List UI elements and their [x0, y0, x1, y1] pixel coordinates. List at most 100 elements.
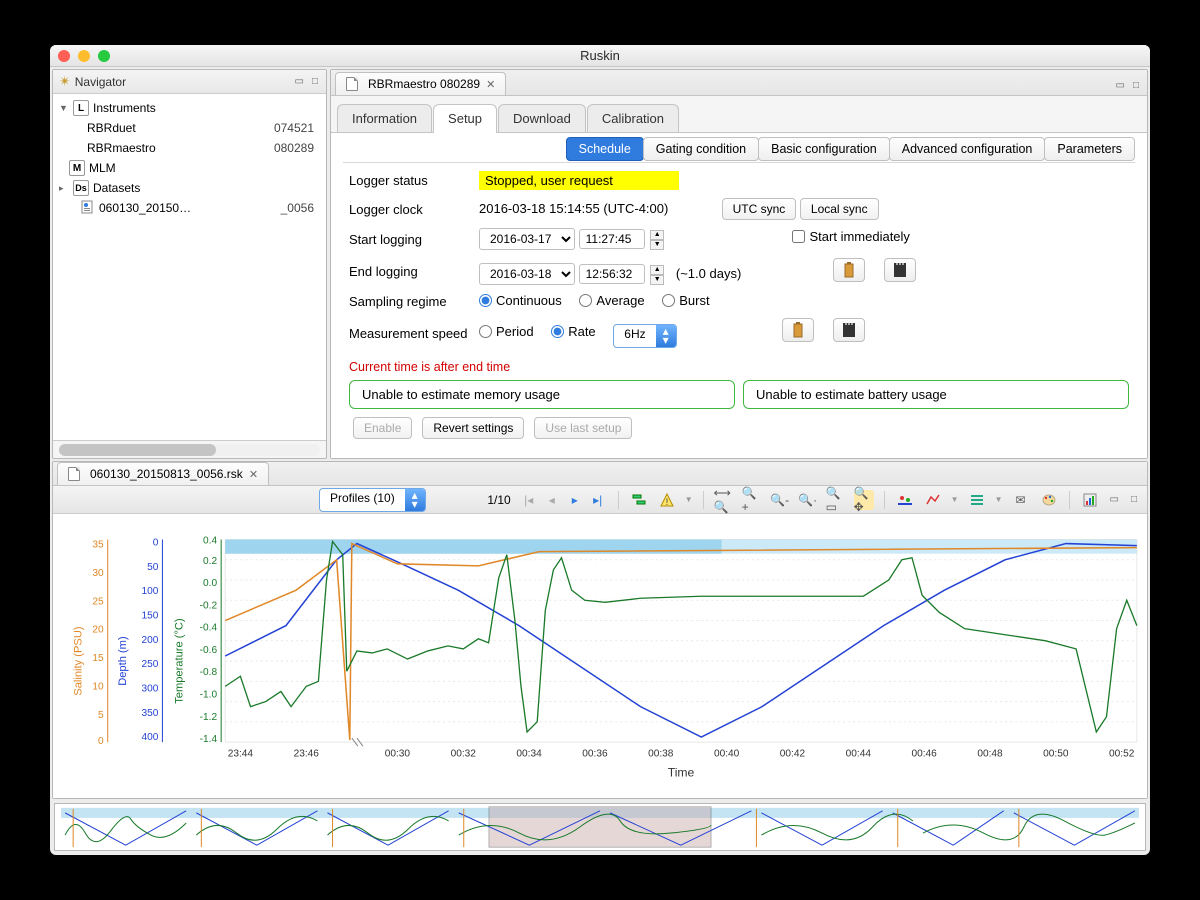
- end-date-select[interactable]: 2016-03-18: [479, 263, 575, 285]
- tab-setup[interactable]: Setup: [433, 104, 497, 132]
- zoom-fit-icon[interactable]: 🔍·: [798, 490, 818, 510]
- start-immediately-checkbox[interactable]: Start immediately: [792, 229, 910, 244]
- close-icon[interactable]: [58, 50, 70, 62]
- svg-text:400: 400: [141, 732, 158, 743]
- tree-rbrmaestro[interactable]: RBRmaestro 080289: [53, 138, 326, 158]
- dropdown-icon[interactable]: ▼: [685, 495, 693, 504]
- regime-burst-radio[interactable]: Burst: [662, 293, 709, 308]
- tab-information[interactable]: Information: [337, 104, 432, 132]
- minimize-icon[interactable]: [78, 50, 90, 62]
- start-date-select[interactable]: 2016-03-17: [479, 228, 575, 250]
- regime-continuous-radio[interactable]: Continuous: [479, 293, 562, 308]
- dropdown-icon[interactable]: ▼: [995, 495, 1003, 504]
- end-time-stepper[interactable]: ▲▼: [650, 265, 664, 285]
- logger-status-label: Logger status: [349, 173, 479, 188]
- regime-average-radio[interactable]: Average: [579, 293, 644, 308]
- chart-settings-icon[interactable]: [895, 490, 915, 510]
- palette-icon[interactable]: [1039, 490, 1059, 510]
- svg-text:-0.6: -0.6: [200, 645, 218, 656]
- battery-icon-button[interactable]: [833, 258, 865, 282]
- tab-download[interactable]: Download: [498, 104, 586, 132]
- battery-usage-box: Unable to estimate battery usage: [743, 380, 1129, 409]
- subtab-gating[interactable]: Gating condition: [643, 137, 759, 161]
- chevron-right-icon[interactable]: ▸: [59, 183, 69, 194]
- end-time-input[interactable]: [579, 264, 645, 284]
- tree-mlm[interactable]: M MLM: [53, 158, 326, 178]
- navigator-scrollbar[interactable]: [53, 440, 326, 458]
- maximize-panel-icon[interactable]: □: [310, 76, 320, 87]
- plot-tab[interactable]: 060130_20150813_0056.rsk ✕: [57, 462, 269, 485]
- close-icon[interactable]: ✕: [249, 468, 258, 481]
- next-icon[interactable]: ▸: [565, 490, 585, 510]
- maximize-plot-icon[interactable]: □: [1129, 494, 1139, 505]
- zoom-out-icon[interactable]: 🔍-: [770, 490, 790, 510]
- last-icon[interactable]: ▸|: [588, 490, 608, 510]
- svg-text:00:32: 00:32: [451, 748, 477, 759]
- subtab-basic[interactable]: Basic configuration: [758, 137, 890, 161]
- local-sync-button[interactable]: Local sync: [800, 198, 879, 220]
- datasets-icon: Ds: [73, 180, 89, 196]
- gantt-icon[interactable]: [629, 490, 649, 510]
- tree-instruments[interactable]: ▼ L Instruments: [53, 98, 326, 118]
- revert-settings-button[interactable]: Revert settings: [422, 417, 524, 439]
- svg-text:0.2: 0.2: [203, 556, 217, 567]
- document-icon: [346, 77, 358, 91]
- first-icon[interactable]: |◂: [519, 490, 539, 510]
- zoom-drag-icon[interactable]: 🔍✥: [854, 490, 874, 510]
- rate-select[interactable]: 6Hz▴▾: [613, 324, 676, 348]
- speed-rate-radio[interactable]: Rate: [551, 324, 595, 339]
- maximize-icon[interactable]: [98, 50, 110, 62]
- warning-icon[interactable]: !: [657, 490, 677, 510]
- utc-sync-button[interactable]: UTC sync: [722, 198, 797, 220]
- memory-icon-button-2[interactable]: [833, 318, 865, 342]
- minimize-editor-icon[interactable]: ▭: [1114, 80, 1127, 91]
- tree-rbrduet[interactable]: RBRduet 074521: [53, 118, 326, 138]
- tree-dataset-file[interactable]: 060130_20150… _0056: [53, 198, 326, 218]
- zoom-region-icon[interactable]: 🔍▭: [826, 490, 846, 510]
- svg-text:-0.8: -0.8: [200, 667, 218, 678]
- svg-text:00:34: 00:34: [516, 748, 542, 759]
- plot-tab-title: 060130_20150813_0056.rsk: [90, 467, 243, 481]
- svg-text:00:52: 00:52: [1109, 748, 1135, 759]
- zoom-in-icon[interactable]: 🔍+: [742, 490, 762, 510]
- plot-toolbar: Profiles (10)▴▾ 1/10 |◂ ◂ ▸ ▸| ! ▼ ⟷🔍: [53, 486, 1147, 514]
- battery-icon-button-2[interactable]: [782, 318, 814, 342]
- dropdown-icon[interactable]: ▼: [951, 495, 959, 504]
- memory-usage-box: Unable to estimate memory usage: [349, 380, 735, 409]
- memory-icon-button[interactable]: [884, 258, 916, 282]
- subtab-advanced[interactable]: Advanced configuration: [889, 137, 1046, 161]
- zoom-v-icon[interactable]: ⟷🔍: [714, 490, 734, 510]
- editor-tab[interactable]: RBRmaestro 080289 ✕: [335, 72, 506, 95]
- end-logging-label: End logging: [349, 264, 479, 279]
- titlebar: Ruskin: [50, 45, 1150, 67]
- pager-text: 1/10: [487, 493, 510, 507]
- subtab-parameters[interactable]: Parameters: [1044, 137, 1135, 161]
- instruments-icon: L: [73, 100, 89, 116]
- plot-area[interactable]: 05101520253035 Salinity (PSU) 0501001502…: [53, 514, 1147, 798]
- plot-tabbar: 060130_20150813_0056.rsk ✕: [53, 462, 1147, 486]
- minimize-panel-icon[interactable]: ▭: [293, 76, 306, 87]
- svg-text:15: 15: [92, 653, 104, 664]
- chart-style-icon[interactable]: [923, 490, 943, 510]
- x-axis-label: Time: [668, 766, 695, 780]
- speed-period-radio[interactable]: Period: [479, 324, 534, 339]
- overview-strip[interactable]: [54, 803, 1146, 851]
- minimize-plot-icon[interactable]: ▭: [1108, 494, 1121, 505]
- svg-text:23:46: 23:46: [294, 748, 320, 759]
- tree-datasets[interactable]: ▸ Ds Datasets: [53, 178, 326, 198]
- profiles-select[interactable]: Profiles (10)▴▾: [319, 488, 426, 512]
- svg-text:00:46: 00:46: [911, 748, 937, 759]
- prev-icon[interactable]: ◂: [542, 490, 562, 510]
- chevron-down-icon[interactable]: ▼: [59, 103, 69, 113]
- svg-text:0: 0: [98, 736, 104, 747]
- subtab-schedule[interactable]: Schedule: [566, 137, 644, 161]
- maximize-editor-icon[interactable]: □: [1131, 80, 1141, 91]
- svg-text:30: 30: [92, 568, 104, 579]
- close-icon[interactable]: ✕: [486, 78, 495, 91]
- mail-icon[interactable]: ✉: [1011, 490, 1031, 510]
- start-time-stepper[interactable]: ▲▼: [650, 230, 664, 250]
- start-time-input[interactable]: [579, 229, 645, 249]
- export-chart-icon[interactable]: [1080, 490, 1100, 510]
- list-icon[interactable]: [967, 490, 987, 510]
- tab-calibration[interactable]: Calibration: [587, 104, 679, 132]
